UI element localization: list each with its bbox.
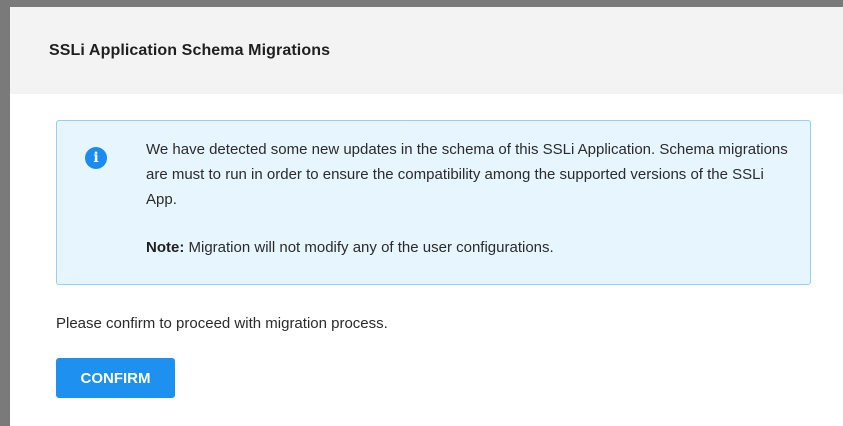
migration-dialog: SSLi Application Schema Migrations i We …	[10, 7, 843, 426]
info-note: Note: Migration will not modify any of t…	[146, 235, 554, 260]
info-message: We have detected some new updates in the…	[146, 141, 788, 208]
dialog-title: SSLi Application Schema Migrations	[49, 41, 331, 59]
dialog-header: SSLi Application Schema Migrations	[10, 7, 843, 94]
info-icon: i	[85, 147, 107, 169]
note-label: Note:	[146, 239, 185, 256]
note-text: Migration will not modify any of the use…	[184, 239, 554, 256]
confirm-button[interactable]: CONFIRM	[56, 358, 175, 398]
confirm-prompt: Please confirm to proceed with migration…	[56, 315, 388, 332]
info-alert: i We have detected some new updates in t…	[56, 120, 811, 285]
